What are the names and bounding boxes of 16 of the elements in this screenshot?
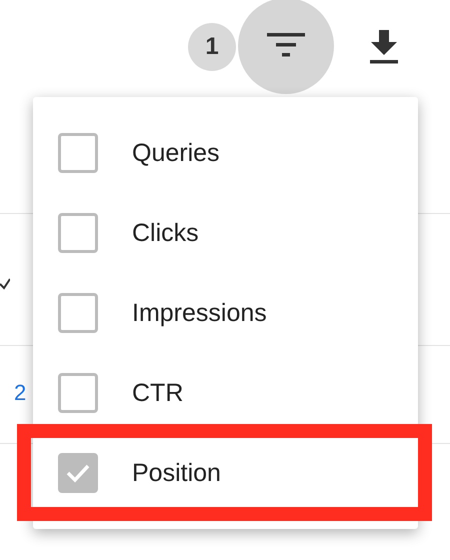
menu-item-label[interactable]: Impressions	[132, 298, 267, 328]
check-icon	[0, 278, 10, 292]
check-icon	[66, 463, 90, 483]
checkbox[interactable]	[58, 133, 98, 173]
table-cell: 2	[14, 380, 26, 406]
menu-item-label[interactable]: CTR	[132, 378, 184, 408]
filter-icon	[267, 33, 305, 59]
checkbox[interactable]	[58, 453, 98, 493]
menu-item-label[interactable]: Clicks	[132, 218, 199, 248]
filter-count-badge: 1	[188, 23, 236, 71]
checkbox[interactable]	[58, 293, 98, 333]
checkbox[interactable]	[58, 373, 98, 413]
menu-item-label[interactable]: Position	[132, 458, 221, 488]
download-icon	[369, 30, 399, 64]
menu-item-label[interactable]: Queries	[132, 138, 220, 168]
checkbox[interactable]	[58, 213, 98, 253]
